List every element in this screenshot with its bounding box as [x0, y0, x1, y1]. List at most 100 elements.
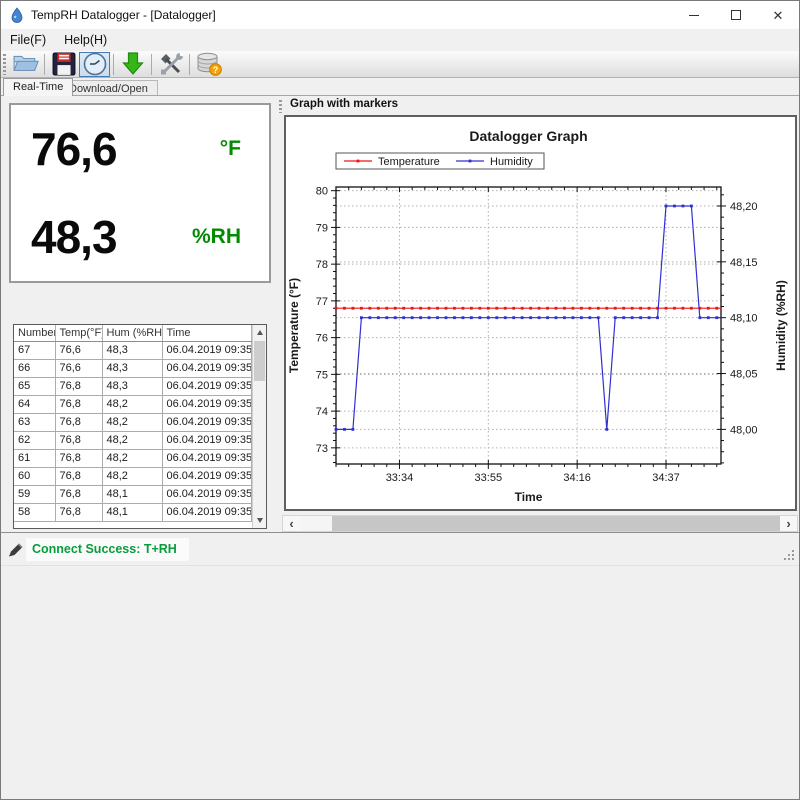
- table-cell: 76,6: [55, 359, 102, 377]
- svg-text:76: 76: [316, 333, 328, 345]
- realtime-clock-button[interactable]: [79, 52, 110, 77]
- table-cell: 76,8: [55, 377, 102, 395]
- table-cell: 76,8: [55, 395, 102, 413]
- table-cell: 48,3: [102, 377, 162, 395]
- table-cell: 06.04.2019 09:35:29: [162, 359, 252, 377]
- table-cell: 48,2: [102, 467, 162, 485]
- table-cell: 64: [14, 395, 55, 413]
- column-header-time[interactable]: Time: [162, 325, 252, 341]
- humidity-value: 48,3: [31, 210, 117, 264]
- svg-text:48,20: 48,20: [730, 201, 758, 213]
- table-row[interactable]: 5976,848,106.04.2019 09:35:14: [14, 485, 252, 503]
- minimize-button[interactable]: [673, 1, 715, 29]
- table-cell: 76,8: [55, 467, 102, 485]
- tab-real-time[interactable]: Real-Time: [3, 78, 73, 96]
- table-row[interactable]: 6676,648,306.04.2019 09:35:29: [14, 359, 252, 377]
- maximize-button[interactable]: [715, 1, 757, 29]
- question-glyph: ?: [212, 65, 218, 75]
- resize-grip[interactable]: [782, 548, 795, 561]
- svg-text:Humidity: Humidity: [490, 156, 533, 168]
- save-floppy-icon: [52, 52, 76, 76]
- table-cell: 48,2: [102, 431, 162, 449]
- table-cell: 62: [14, 431, 55, 449]
- svg-text:78: 78: [316, 259, 328, 271]
- scroll-left-button[interactable]: ‹: [283, 516, 300, 531]
- graph-panel-grip[interactable]: [279, 100, 282, 113]
- open-folder-icon: [13, 53, 39, 75]
- table-row[interactable]: 6176,848,206.04.2019 09:35:18: [14, 449, 252, 467]
- close-button[interactable]: ✕: [757, 1, 799, 29]
- table-row[interactable]: 6576,848,306.04.2019 09:35:27: [14, 377, 252, 395]
- svg-text:73: 73: [316, 443, 328, 455]
- window-title: TempRH Datalogger - [Datalogger]: [31, 8, 216, 22]
- table-scrollbar[interactable]: [252, 325, 266, 528]
- toolbar: ?: [1, 51, 799, 78]
- table-cell: 66: [14, 359, 55, 377]
- app-icon: [9, 7, 25, 23]
- statusbar: Connect Success: T+RH: [1, 534, 799, 566]
- graph-panel-header: Graph with markers: [290, 98, 398, 110]
- toolbar-separator: [113, 54, 114, 75]
- chart-container: 33:3433:5534:1634:37737475767778798048,0…: [284, 115, 797, 511]
- svg-text:Temperature: Temperature: [378, 156, 440, 168]
- connection-pen-icon: [8, 542, 24, 563]
- table-row[interactable]: 6776,648,306.04.2019 09:35:31: [14, 341, 252, 359]
- column-header-temp[interactable]: Temp(°F): [55, 325, 102, 341]
- scroll-right-button[interactable]: ›: [780, 516, 797, 531]
- table-cell: 48,1: [102, 503, 162, 521]
- column-header-number[interactable]: Number: [14, 325, 55, 341]
- table-cell: 61: [14, 449, 55, 467]
- table-cell: 06.04.2019 09:35:27: [162, 377, 252, 395]
- table-row[interactable]: 6076,848,206.04.2019 09:35:16: [14, 467, 252, 485]
- svg-text:Humidity (%RH): Humidity (%RH): [774, 280, 788, 371]
- table-cell: 48,2: [102, 449, 162, 467]
- table-cell: 76,8: [55, 413, 102, 431]
- graph-scrollbar[interactable]: ‹ ›: [282, 515, 798, 532]
- open-file-button[interactable]: [10, 52, 41, 77]
- toolbar-separator: [44, 54, 45, 75]
- device-info-button[interactable]: ?: [193, 52, 224, 77]
- table-body: 6776,648,306.04.2019 09:35:316676,648,30…: [14, 341, 252, 521]
- column-header-hum[interactable]: Hum (%RH): [102, 325, 162, 341]
- hscroll-thumb[interactable]: [332, 516, 780, 531]
- table-cell: 06.04.2019 09:35:18: [162, 449, 252, 467]
- temperature-value: 76,6: [31, 122, 117, 176]
- svg-text:77: 77: [316, 296, 328, 308]
- window-controls: ✕: [673, 1, 799, 29]
- table-row[interactable]: 6376,848,206.04.2019 09:35:23: [14, 413, 252, 431]
- download-button[interactable]: [117, 52, 148, 77]
- toolbar-separator: [189, 54, 190, 75]
- svg-text:80: 80: [316, 186, 328, 198]
- table-cell: 06.04.2019 09:35:12: [162, 503, 252, 521]
- status-message: Connect Success: T+RH: [26, 538, 189, 561]
- chart-svg: 33:3433:5534:1634:37737475767778798048,0…: [286, 117, 795, 509]
- svg-text:48,10: 48,10: [730, 313, 758, 325]
- scroll-down-button[interactable]: [253, 513, 266, 528]
- toolbar-grip[interactable]: [3, 54, 6, 75]
- titlebar: TempRH Datalogger - [Datalogger] ✕: [1, 1, 799, 29]
- table-cell: 06.04.2019 09:35:21: [162, 431, 252, 449]
- save-button[interactable]: [48, 52, 79, 77]
- table-row[interactable]: 5876,848,106.04.2019 09:35:12: [14, 503, 252, 521]
- table-cell: 60: [14, 467, 55, 485]
- tab-download-open[interactable]: Download/Open: [59, 80, 158, 96]
- table-cell: 67: [14, 341, 55, 359]
- tabbar: Real-Time Download/Open: [1, 78, 799, 96]
- scroll-thumb[interactable]: [254, 341, 265, 381]
- table-cell: 76,8: [55, 485, 102, 503]
- table-cell: 59: [14, 485, 55, 503]
- menu-item-file[interactable]: File(F): [1, 30, 55, 50]
- scroll-up-button[interactable]: [253, 325, 266, 340]
- table-row[interactable]: 6276,848,206.04.2019 09:35:21: [14, 431, 252, 449]
- temperature-unit: °F: [220, 137, 241, 161]
- svg-text:79: 79: [316, 222, 328, 234]
- table-row[interactable]: 6476,848,206.04.2019 09:35:25: [14, 395, 252, 413]
- database-help-icon: ?: [196, 52, 222, 76]
- setup-button[interactable]: [155, 52, 186, 77]
- table-cell: 48,2: [102, 395, 162, 413]
- arrow-down-icon: [257, 518, 263, 523]
- menu-item-help[interactable]: Help(H): [55, 30, 116, 50]
- menubar: File(F) Help(H): [1, 29, 799, 51]
- svg-text:Datalogger Graph: Datalogger Graph: [469, 128, 587, 144]
- table-cell: 06.04.2019 09:35:16: [162, 467, 252, 485]
